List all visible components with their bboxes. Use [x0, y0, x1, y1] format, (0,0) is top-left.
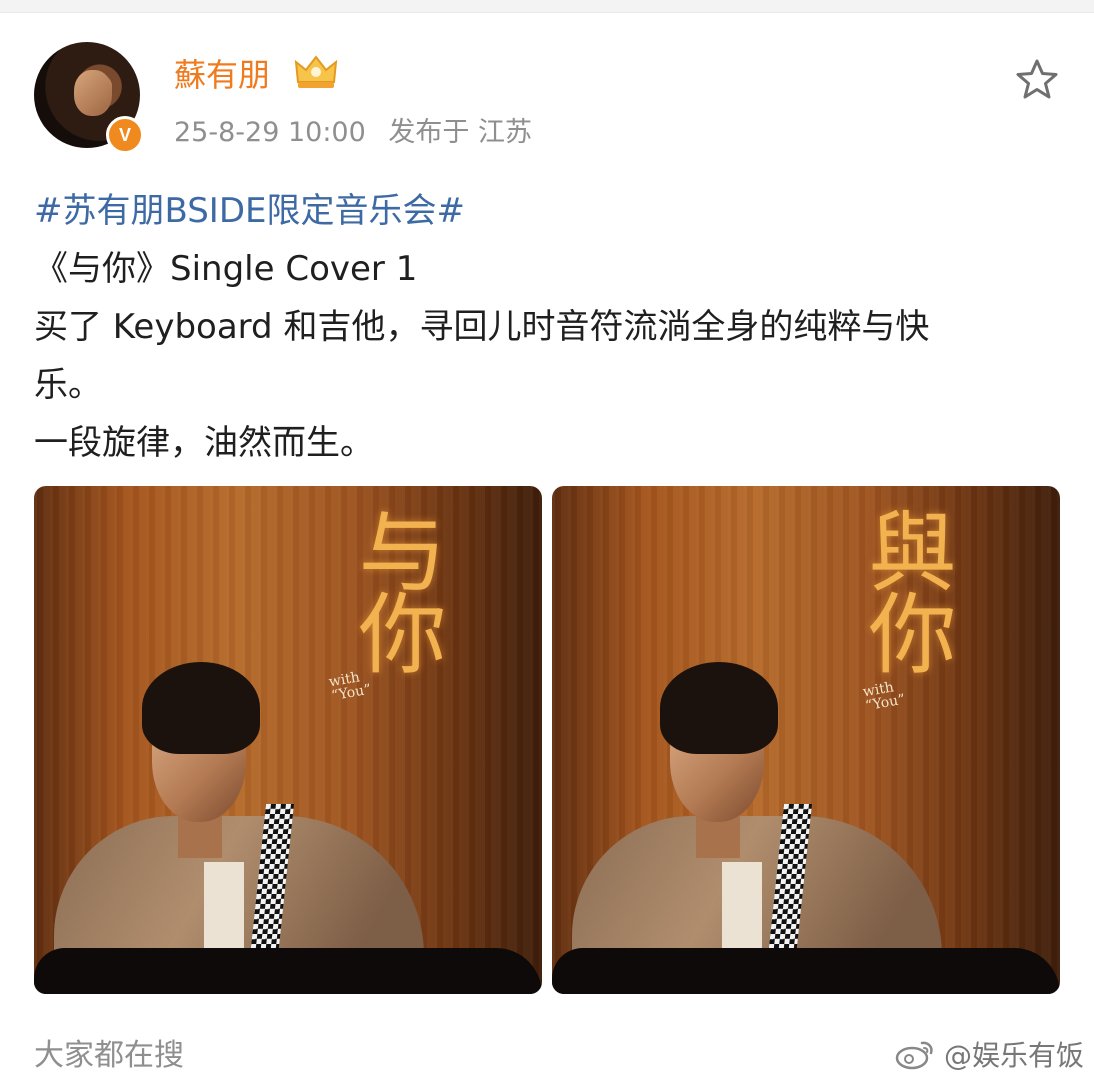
photo-2[interactable]: 與你 with “You”: [552, 486, 1060, 994]
guitar: [34, 948, 542, 994]
watermark: @娱乐有饭: [894, 1034, 1084, 1074]
avatar-face: [74, 70, 112, 116]
hashtag-link[interactable]: #苏有朋BSIDE限定音乐会#: [34, 182, 1064, 240]
weibo-logo-icon: [895, 1041, 933, 1070]
star-icon[interactable]: [1014, 56, 1060, 102]
trending-label[interactable]: 大家都在搜: [34, 1030, 184, 1074]
watermark-text: @娱乐有饭: [943, 1039, 1084, 1072]
photo-grid: 与你 with “You” 與你 with “You”: [34, 486, 1060, 994]
top-divider: [0, 0, 1094, 13]
verified-v-icon: V: [106, 116, 144, 154]
post-meta: 25-8-29 10:00 发布于 江苏: [174, 110, 546, 149]
post-timestamp: 25-8-29 10:00: [174, 117, 366, 148]
cover-title: 与你: [344, 506, 447, 670]
photo-1[interactable]: 与你 with “You”: [34, 486, 542, 994]
post-text: #苏有朋BSIDE限定音乐会# 《与你》Single Cover 1 买了 Ke…: [34, 182, 1064, 472]
cover-title: 與你: [854, 506, 957, 670]
post-line-3: 乐。: [34, 365, 102, 405]
cover-subtitle: with “You”: [328, 669, 373, 704]
username[interactable]: 蘇有朋: [174, 50, 270, 96]
guitar: [552, 948, 1060, 994]
hair: [660, 662, 778, 754]
post-line-1: 《与你》Single Cover 1: [34, 249, 418, 289]
post-line-4: 一段旋律，油然而生。: [34, 423, 374, 463]
cover-subtitle: with “You”: [862, 679, 907, 714]
hair: [142, 662, 260, 754]
crown-icon: [294, 55, 338, 88]
post-line-2: 买了 Keyboard 和吉他，寻回儿时音符流淌全身的纯粹与快: [34, 307, 930, 347]
post-location: 发布于 江苏: [388, 117, 532, 148]
